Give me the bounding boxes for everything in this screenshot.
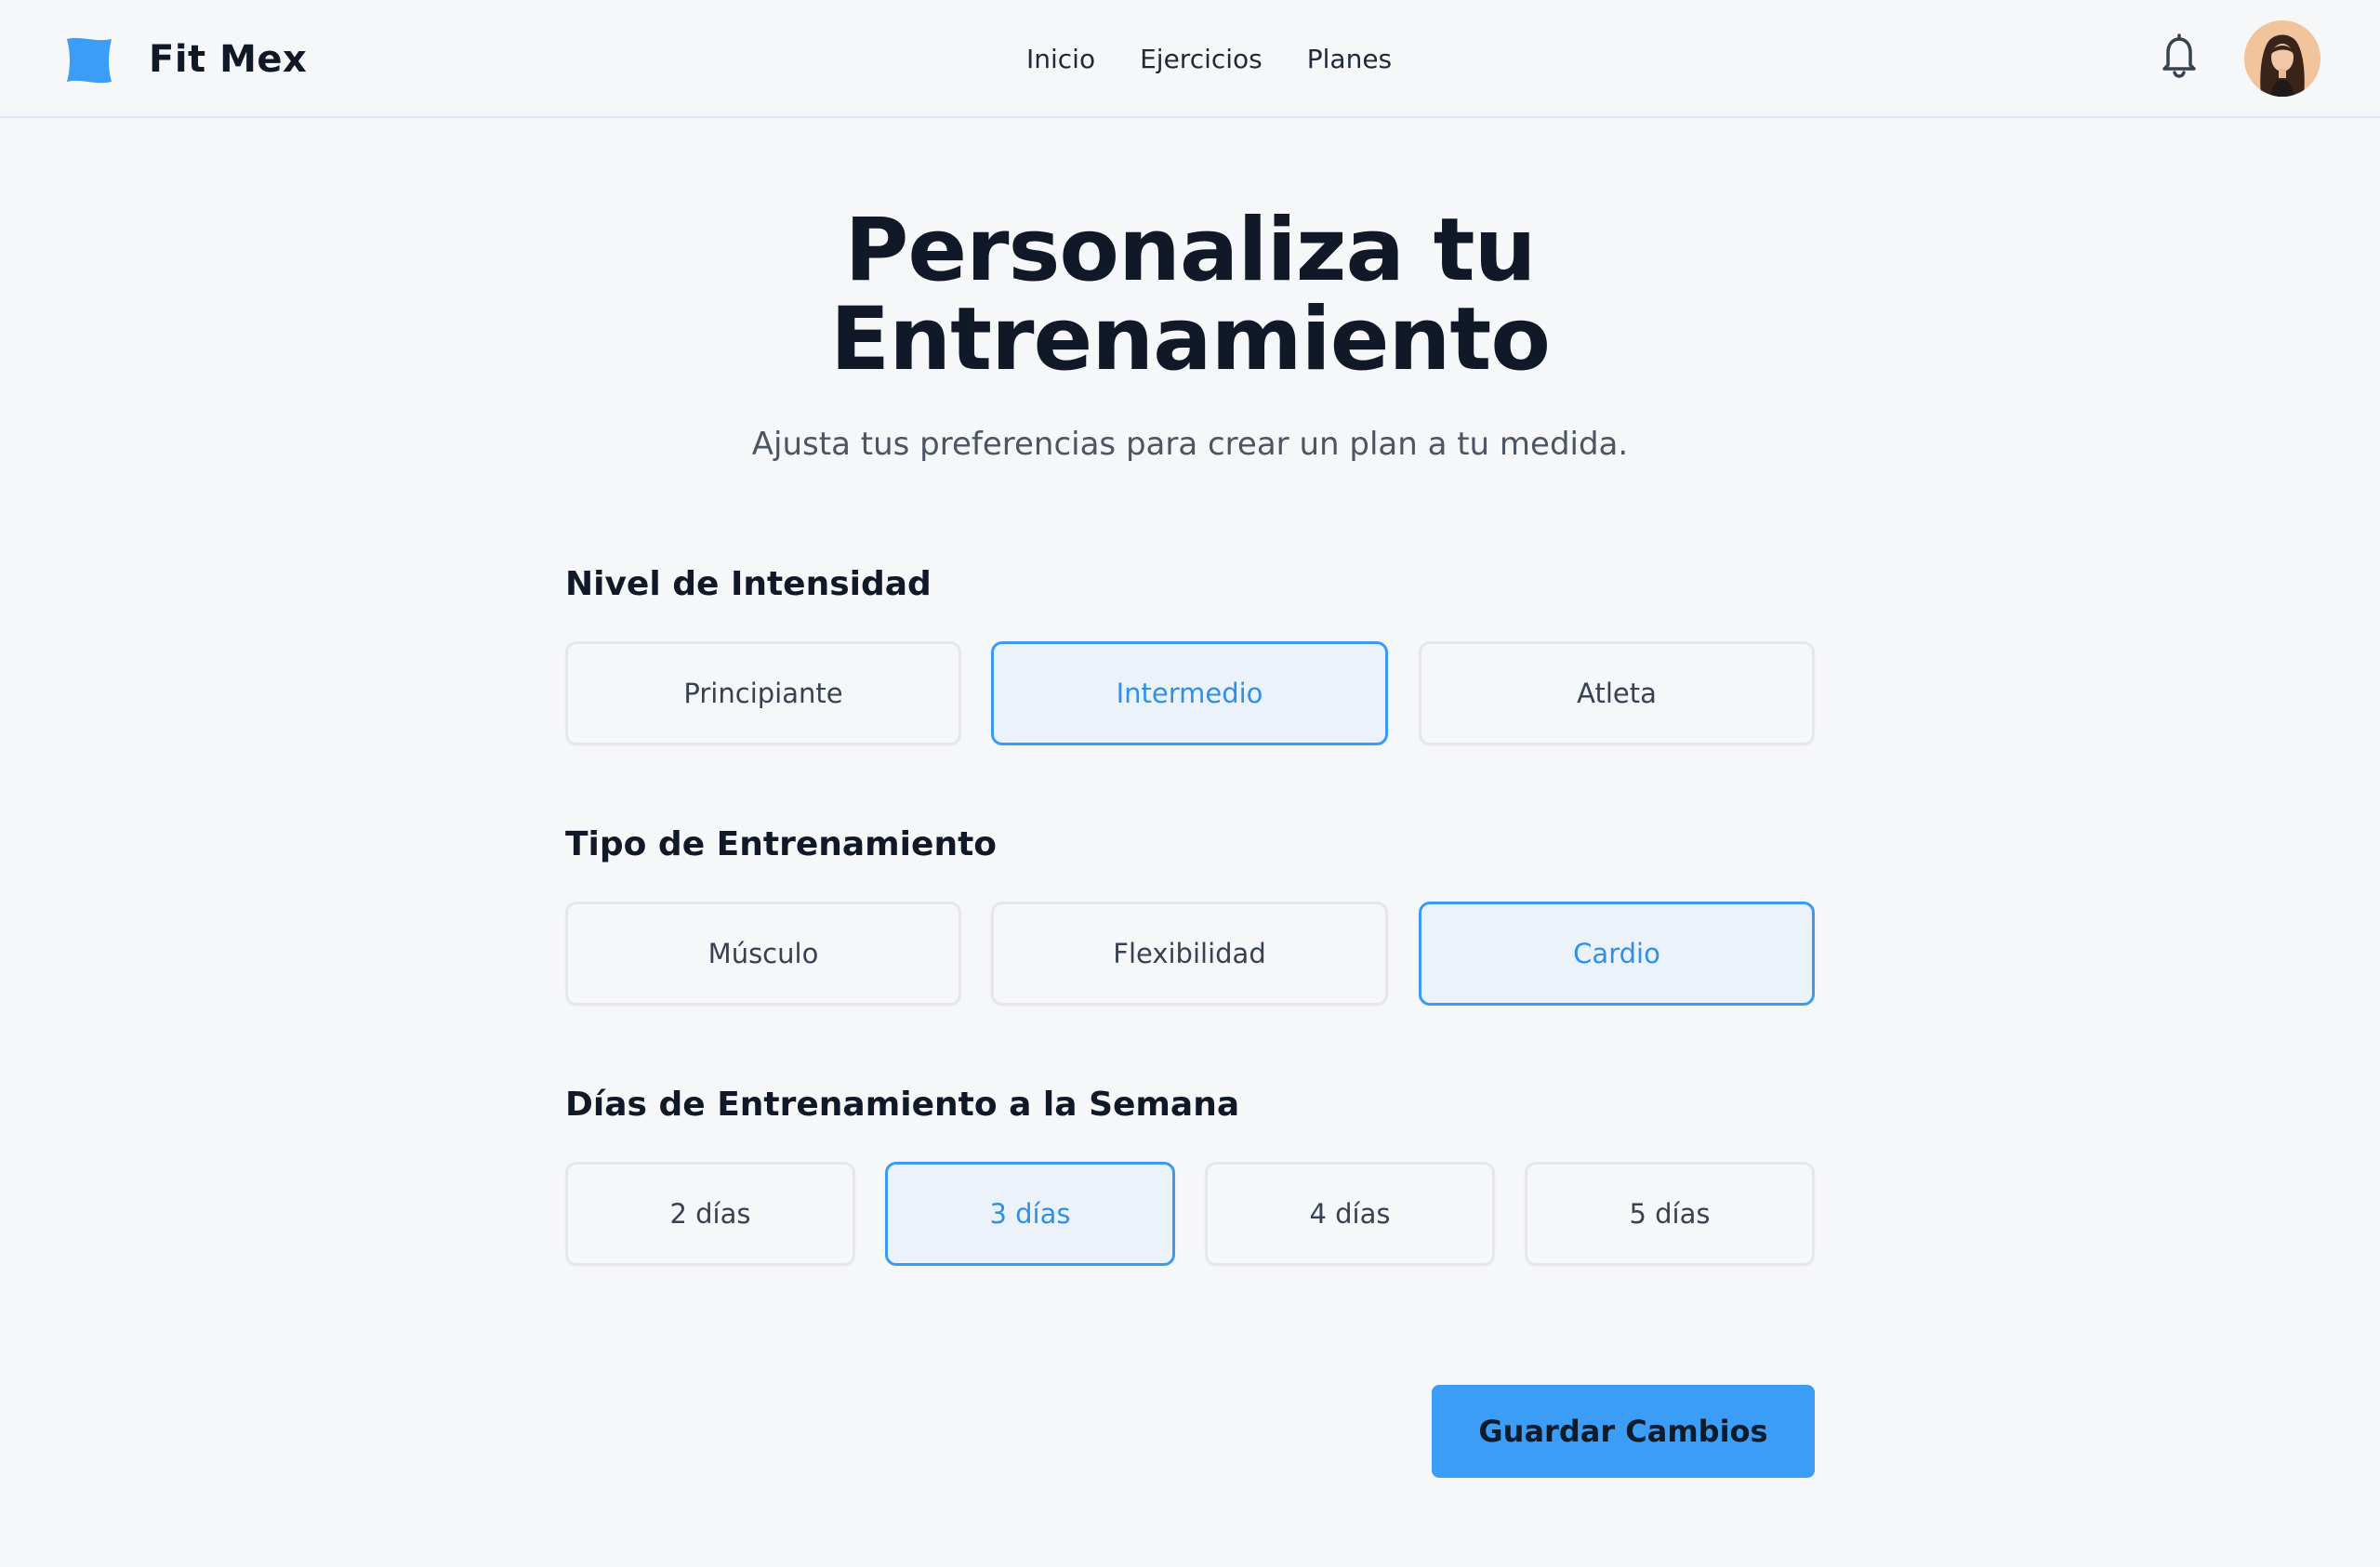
intensity-option-atleta[interactable]: Atleta — [1419, 641, 1815, 745]
days-option-3[interactable]: 3 días — [885, 1162, 1175, 1266]
top-navigation-bar: Fit Mex Inicio Ejercicios Planes — [0, 0, 2380, 118]
nav-item-inicio[interactable]: Inicio — [1026, 41, 1095, 78]
days-option-4[interactable]: 4 días — [1205, 1162, 1495, 1266]
training-type-heading: Tipo de Entrenamiento — [565, 825, 998, 863]
training-type-option-cardio[interactable]: Cardio — [1419, 902, 1815, 1006]
main-nav: Inicio Ejercicios Planes — [1026, 41, 1392, 78]
save-changes-button[interactable]: Guardar Cambios — [1432, 1385, 1815, 1478]
training-type-option-musculo[interactable]: Músculo — [565, 902, 961, 1006]
user-avatar[interactable] — [2244, 20, 2320, 97]
page-subtitle: Ajusta tus preferencias para crear un pl… — [751, 426, 1629, 463]
training-type-option-flexibilidad[interactable]: Flexibilidad — [991, 902, 1388, 1006]
intensity-option-intermedio[interactable]: Intermedio — [991, 641, 1388, 745]
intensity-heading: Nivel de Intensidad — [565, 565, 932, 603]
brand-name[interactable]: Fit Mex — [149, 35, 307, 84]
page-title: Personaliza tu Entrenamiento — [0, 206, 2380, 385]
days-option-2[interactable]: 2 días — [565, 1162, 855, 1266]
page-title-line-1: Personaliza tu — [844, 200, 1536, 301]
nav-item-ejercicios[interactable]: Ejercicios — [1140, 41, 1263, 78]
intensity-option-principiante[interactable]: Principiante — [565, 641, 961, 745]
page-title-line-2: Entrenamiento — [830, 289, 1551, 390]
avatar-portrait-icon — [2244, 20, 2320, 97]
days-heading: Días de Entrenamiento a la Semana — [565, 1086, 1240, 1124]
bell-icon[interactable] — [2159, 32, 2200, 78]
nav-item-planes[interactable]: Planes — [1307, 41, 1392, 78]
logo-mark-icon[interactable] — [63, 35, 115, 86]
days-option-5[interactable]: 5 días — [1525, 1162, 1815, 1266]
